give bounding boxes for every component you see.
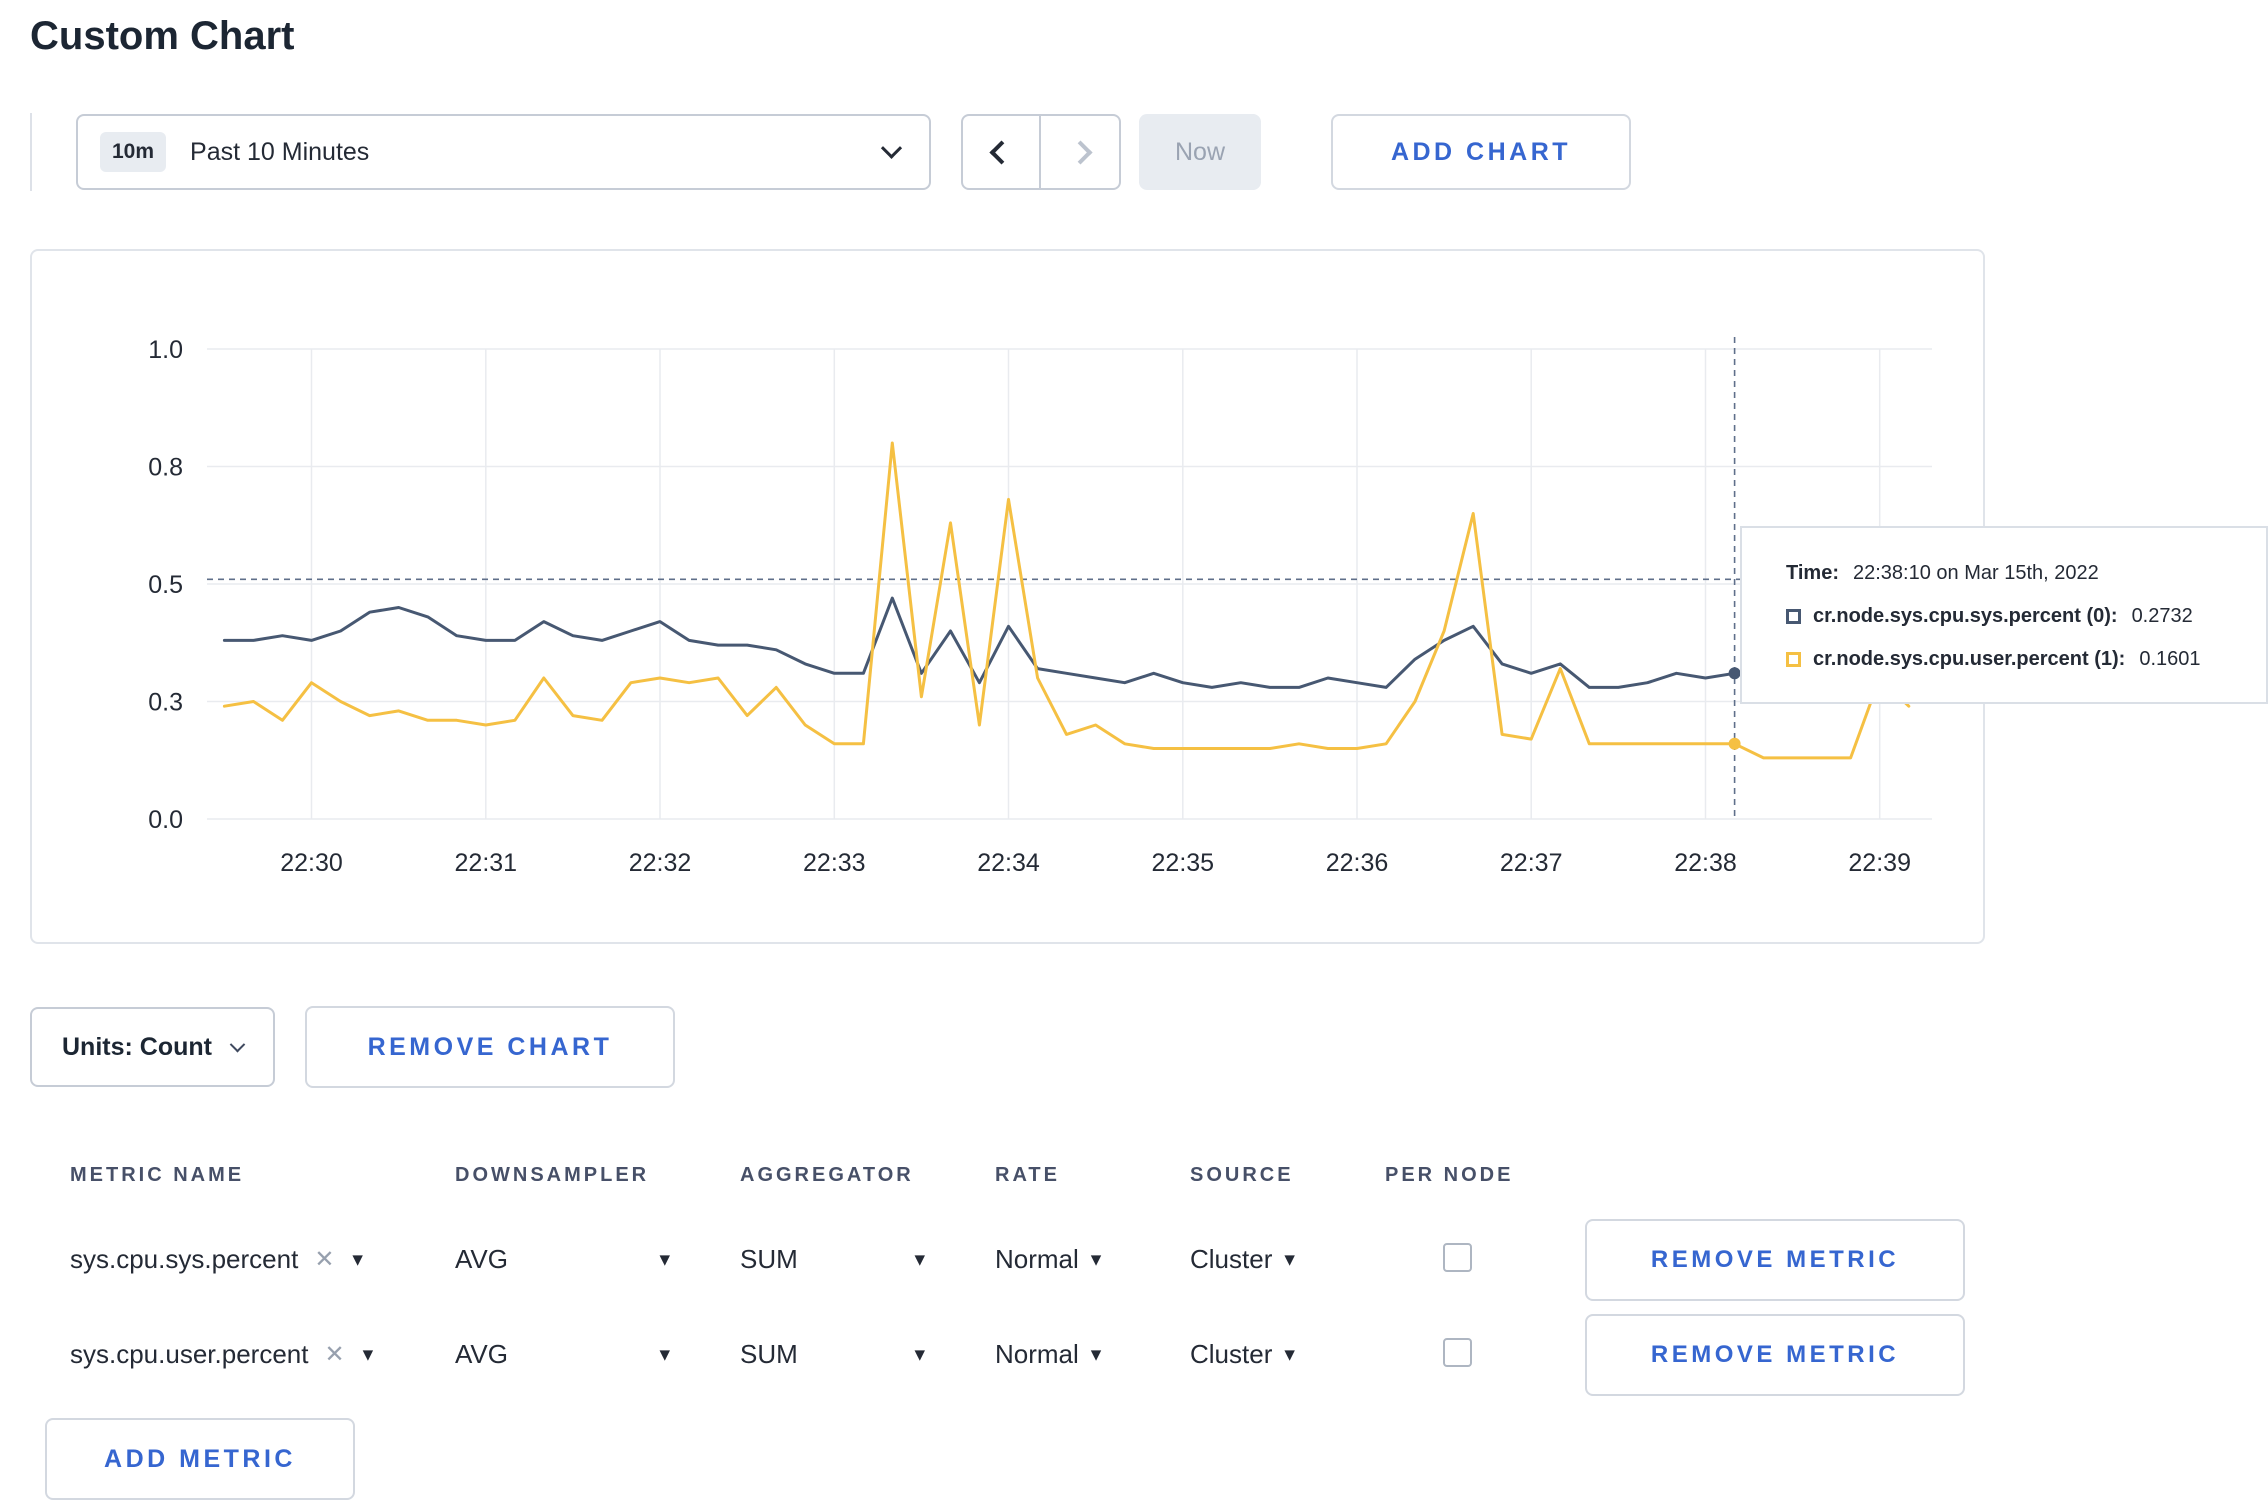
caret-down-icon: ▾: [1284, 1343, 1295, 1366]
tooltip-series-value: 0.2732: [2131, 605, 2193, 627]
time-range-badge: 10m: [100, 132, 167, 172]
chart-controls: Units: Count REMOVE CHART: [30, 1006, 2268, 1088]
per-node-checkbox[interactable]: [1443, 1242, 1472, 1272]
chart-card: 22:30 22:31 22:32 22:33 22:34 22:35 22:36 22:37…: [30, 249, 1985, 944]
caret-down-icon: ▾: [362, 1343, 374, 1366]
header-downsampler: DOWNSAMPLER: [455, 1163, 650, 1186]
svg-text:22:37: 22:37: [1500, 849, 1563, 877]
cpu-metrics-chart[interactable]: 22:30 22:31 22:32 22:33 22:34 22:35 22:36 22:37…: [57, 277, 1952, 917]
actions-cell: REMOVE METRIC: [1585, 1313, 1985, 1396]
header-per-node: PER NODE: [1385, 1163, 1514, 1186]
svg-text:22:30: 22:30: [280, 849, 343, 877]
remove-metric-button[interactable]: REMOVE METRIC: [1585, 1313, 1965, 1396]
metrics-table-header: METRIC NAME DOWNSAMPLER AGGREGATOR RATE …: [0, 1138, 1985, 1212]
header-aggregator: AGGREGATOR: [740, 1163, 914, 1186]
remove-chart-button[interactable]: REMOVE CHART: [304, 1006, 675, 1088]
svg-text:0.8: 0.8: [148, 454, 183, 482]
svg-text:22:35: 22:35: [1152, 849, 1215, 877]
caret-down-icon: ▾: [1284, 1248, 1295, 1271]
caret-down-icon: ▾: [914, 1248, 925, 1271]
caret-down-icon: ▾: [1090, 1248, 1102, 1271]
downsampler-value: AVG: [455, 1244, 508, 1274]
caret-down-icon: ▾: [352, 1248, 363, 1271]
chevron-down-icon: [229, 1036, 246, 1052]
chevron-right-icon: [1067, 139, 1093, 165]
chevron-down-icon: [880, 137, 903, 159]
caret-down-icon: ▾: [1090, 1343, 1102, 1366]
add-chart-button[interactable]: ADD CHART: [1331, 114, 1631, 190]
svg-text:22:38: 22:38: [1674, 849, 1737, 877]
svg-text:22:33: 22:33: [803, 849, 866, 877]
rate-value: Normal: [995, 1339, 1079, 1369]
tooltip-time-row: Time: 22:38:10 on Mar 15th, 2022: [1786, 562, 2266, 585]
per-node-cell: [1385, 1242, 1585, 1277]
rate-value: Normal: [995, 1244, 1079, 1274]
units-select[interactable]: Units: Count: [30, 1007, 275, 1087]
svg-text:22:36: 22:36: [1326, 849, 1389, 877]
metric-row: sys.cpu.user.percent ✕ ▾ AVG ▾ SUM ▾ Nor…: [0, 1307, 1985, 1402]
chevron-left-icon: [988, 139, 1014, 165]
svg-text:22:39: 22:39: [1848, 849, 1911, 877]
svg-text:0.5: 0.5: [148, 571, 183, 599]
metric-name-label: sys.cpu.user.percent: [70, 1339, 309, 1369]
metrics-table: METRIC NAME DOWNSAMPLER AGGREGATOR RATE …: [0, 1138, 1985, 1402]
sys-series-swatch-icon: [1786, 609, 1801, 624]
aggregator-select[interactable]: SUM ▾: [740, 1339, 925, 1370]
svg-text:22:34: 22:34: [977, 849, 1040, 877]
clear-metric-icon[interactable]: ✕: [314, 1245, 334, 1274]
user-series-swatch-icon: [1786, 652, 1801, 667]
tooltip-series-value: 0.1601: [2139, 648, 2201, 670]
time-next-button[interactable]: [1041, 114, 1121, 190]
aggregator-value: SUM: [740, 1339, 798, 1369]
aggregator-select[interactable]: SUM ▾: [740, 1244, 925, 1275]
aggregator-value: SUM: [740, 1244, 798, 1274]
downsampler-select[interactable]: AVG ▾: [455, 1244, 670, 1275]
svg-text:22:31: 22:31: [455, 849, 518, 877]
actions-cell: REMOVE METRIC: [1585, 1218, 1985, 1301]
add-metric-button[interactable]: ADD METRIC: [45, 1418, 355, 1500]
rate-select[interactable]: Normal ▾: [995, 1339, 1190, 1370]
page-title: Custom Chart: [30, 14, 295, 58]
tooltip-time-value: 22:38:10 on Mar 15th, 2022: [1852, 562, 2099, 584]
time-nav-group: [961, 114, 1121, 190]
tooltip-series-row: cr.node.sys.cpu.user.percent (1): 0.1601: [1786, 648, 2266, 671]
tooltip-series-label: cr.node.sys.cpu.sys.percent (0):: [1813, 605, 2118, 627]
svg-text:0.3: 0.3: [148, 689, 183, 717]
metric-name-select[interactable]: sys.cpu.user.percent ✕ ▾: [70, 1339, 455, 1370]
rate-select[interactable]: Normal ▾: [995, 1244, 1190, 1275]
source-value: Cluster: [1190, 1339, 1273, 1369]
metric-row: sys.cpu.sys.percent ✕ ▾ AVG ▾ SUM ▾ Norm…: [0, 1212, 1985, 1307]
svg-text:22:32: 22:32: [629, 849, 692, 877]
source-value: Cluster: [1190, 1244, 1273, 1274]
time-range-label: Past 10 Minutes: [190, 137, 370, 166]
chart-tooltip: Time: 22:38:10 on Mar 15th, 2022 cr.node…: [1740, 526, 2268, 704]
now-button[interactable]: Now: [1139, 114, 1261, 190]
remove-metric-button[interactable]: REMOVE METRIC: [1585, 1218, 1965, 1301]
source-select[interactable]: Cluster ▾: [1190, 1244, 1385, 1275]
svg-text:0.0: 0.0: [148, 806, 183, 834]
metric-name-label: sys.cpu.sys.percent: [70, 1244, 299, 1274]
header-rate: RATE: [995, 1163, 1060, 1186]
tooltip-time-label: Time:: [1786, 562, 1839, 584]
caret-down-icon: ▾: [659, 1248, 670, 1271]
tooltip-series-label: cr.node.sys.cpu.user.percent (1):: [1813, 648, 2126, 670]
caret-down-icon: ▾: [914, 1343, 925, 1366]
time-prev-button[interactable]: [961, 114, 1041, 190]
clear-metric-icon[interactable]: ✕: [324, 1340, 344, 1369]
header-source: SOURCE: [1190, 1163, 1294, 1186]
header-metric-name: METRIC NAME: [70, 1163, 245, 1186]
per-node-checkbox[interactable]: [1443, 1337, 1472, 1367]
metric-name-select[interactable]: sys.cpu.sys.percent ✕ ▾: [70, 1244, 455, 1275]
downsampler-select[interactable]: AVG ▾: [455, 1339, 670, 1370]
chart-toolbar: 10m Past 10 Minutes Now ADD CHART: [30, 113, 2268, 191]
time-range-select[interactable]: 10m Past 10 Minutes: [76, 114, 931, 190]
caret-down-icon: ▾: [659, 1343, 670, 1366]
downsampler-value: AVG: [455, 1339, 508, 1369]
units-label: Units: Count: [62, 1032, 212, 1061]
source-select[interactable]: Cluster ▾: [1190, 1339, 1385, 1370]
tooltip-series-row: cr.node.sys.cpu.sys.percent (0): 0.2732: [1786, 605, 2266, 628]
svg-text:1.0: 1.0: [148, 336, 183, 364]
per-node-cell: [1385, 1337, 1585, 1372]
